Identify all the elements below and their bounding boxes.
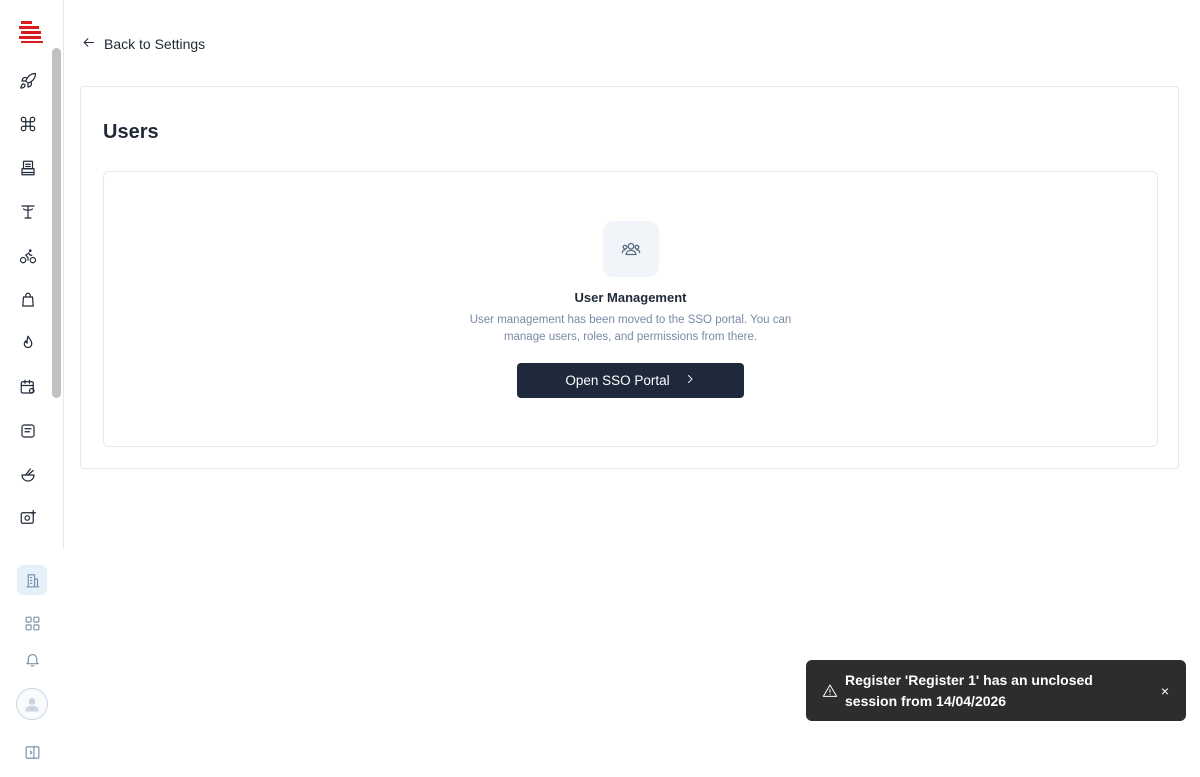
user-management-panel: User Management User management has been… [103, 171, 1158, 447]
app-logo[interactable] [17, 17, 45, 45]
table-icon[interactable] [16, 200, 40, 224]
panel-toggle-icon[interactable] [17, 737, 47, 767]
sso-button-label: Open SSO Portal [565, 373, 670, 388]
bowl-icon[interactable] [16, 463, 40, 487]
bike-icon[interactable] [16, 244, 40, 268]
users-card: Users User Management User management ha… [80, 86, 1179, 469]
calendar-settings-icon[interactable] [16, 375, 40, 399]
toast-close-button[interactable]: × [1158, 683, 1172, 699]
chevron-right-icon [684, 373, 696, 388]
page-title: Users [103, 121, 159, 143]
toast-notification: Register 'Register 1' has an unclosed se… [806, 660, 1186, 721]
feature-description: User management has been moved to the SS… [469, 314, 792, 343]
back-link-label: Back to Settings [104, 36, 206, 52]
sidebar-scrollbar[interactable] [52, 48, 61, 398]
printer-icon[interactable] [16, 156, 40, 180]
alert-triangle-icon [822, 683, 838, 699]
rocket-icon[interactable] [16, 69, 40, 93]
feature-title: User Management [574, 290, 687, 305]
bell-icon[interactable] [17, 644, 47, 674]
arrow-left-icon [81, 35, 96, 53]
receipt-icon[interactable] [16, 419, 40, 443]
back-to-settings-link[interactable]: Back to Settings [81, 34, 205, 54]
bag-icon[interactable] [16, 288, 40, 312]
grid-icon[interactable] [17, 608, 47, 638]
image-plus-icon[interactable] [16, 506, 40, 530]
open-sso-portal-button[interactable]: Open SSO Portal [517, 363, 744, 398]
sidebar [0, 0, 64, 777]
avatar[interactable] [16, 688, 48, 720]
users-icon [603, 221, 659, 277]
toast-message: Register 'Register 1' has an unclosed se… [845, 671, 1093, 709]
command-icon[interactable] [16, 112, 40, 136]
building-icon[interactable] [17, 565, 47, 595]
flame-icon[interactable] [16, 331, 40, 355]
sidebar-nav [0, 0, 64, 549]
